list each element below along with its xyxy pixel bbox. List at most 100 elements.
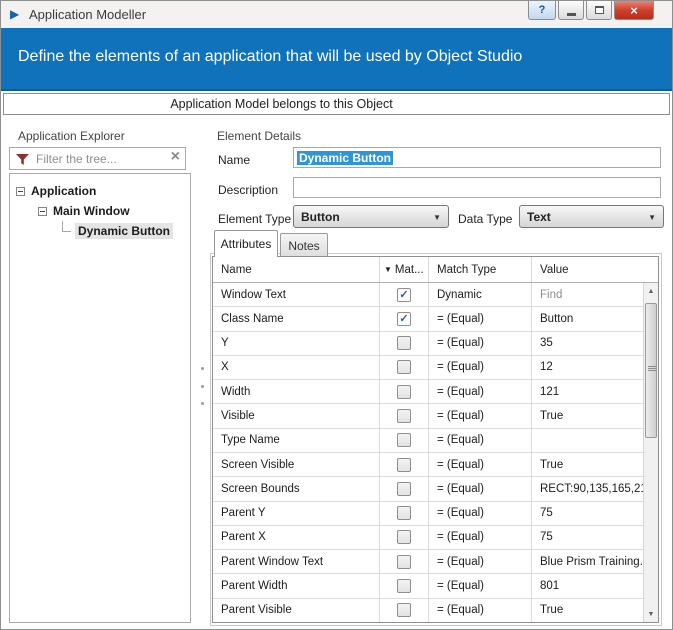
match-checkbox[interactable]	[397, 506, 411, 520]
match-type-cell[interactable]: = (Equal)	[429, 453, 532, 476]
match-checkbox-checked[interactable]: ✓	[397, 312, 411, 326]
value-cell[interactable]: True	[532, 599, 643, 622]
table-row[interactable]: Parent Y= (Equal)75	[213, 502, 643, 526]
match-cell	[380, 599, 429, 622]
value-cell[interactable]: RECT:90,135,165,210	[532, 477, 643, 500]
name-label: Name	[218, 153, 250, 167]
close-button[interactable]: ×	[614, 1, 654, 20]
column-header-match-type[interactable]: Match Type	[429, 257, 532, 282]
description-field[interactable]	[293, 177, 661, 198]
attribute-name-cell: Screen Visible	[213, 453, 380, 476]
tree-item-dynamic-button[interactable]: Dynamic Button	[10, 221, 190, 241]
value-cell[interactable]: Button	[532, 307, 643, 330]
value-cell[interactable]: 801	[532, 574, 643, 597]
tree-item-application[interactable]: Application	[10, 181, 190, 201]
match-type-cell[interactable]: Dynamic	[429, 283, 532, 306]
tree-item-main-window[interactable]: Main Window	[10, 201, 190, 221]
attribute-name-cell: Y	[213, 332, 380, 355]
match-type-cell[interactable]: = (Equal)	[429, 429, 532, 452]
tab-notes-label: Notes	[288, 239, 319, 253]
header-banner: Define the elements of an application th…	[1, 28, 672, 91]
application-tree[interactable]: ApplicationMain WindowDynamic Button	[9, 173, 191, 623]
match-type-cell[interactable]: = (Equal)	[429, 599, 532, 622]
match-cell	[380, 550, 429, 573]
match-type-cell[interactable]: = (Equal)	[429, 574, 532, 597]
panel-splitter-handle[interactable]	[200, 367, 204, 405]
table-row[interactable]: Parent X= (Equal)75	[213, 526, 643, 550]
table-row[interactable]: Parent Visible= (Equal)True	[213, 599, 643, 622]
scrollbar-thumb[interactable]	[645, 303, 657, 438]
match-checkbox[interactable]	[397, 458, 411, 472]
table-row[interactable]: Screen Bounds = (Equal)RECT:90,135,165,21…	[213, 477, 643, 501]
match-checkbox[interactable]	[397, 409, 411, 423]
match-checkbox[interactable]	[397, 433, 411, 447]
match-cell	[380, 404, 429, 427]
value-cell[interactable]	[532, 429, 643, 452]
match-cell	[380, 477, 429, 500]
value-cell[interactable]: Blue Prism Training...	[532, 550, 643, 573]
match-type-cell[interactable]: = (Equal)	[429, 526, 532, 549]
column-header-name[interactable]: Name	[213, 257, 380, 282]
table-row[interactable]: Parent Width= (Equal)801	[213, 574, 643, 598]
value-cell[interactable]: 121	[532, 380, 643, 403]
value-cell[interactable]: Find	[532, 283, 643, 306]
name-field[interactable]: Dynamic Button	[293, 147, 661, 168]
table-scrollbar[interactable]: ▲ ▼	[643, 283, 658, 622]
tab-notes[interactable]: Notes	[280, 233, 328, 257]
match-type-cell[interactable]: = (Equal)	[429, 356, 532, 379]
match-type-cell[interactable]: = (Equal)	[429, 332, 532, 355]
value-cell[interactable]: 75	[532, 526, 643, 549]
filter-icon[interactable]: ▼	[384, 265, 392, 274]
element-type-dropdown[interactable]: Button ▼	[293, 205, 449, 228]
match-checkbox[interactable]	[397, 555, 411, 569]
match-checkbox[interactable]	[397, 336, 411, 350]
match-type-cell[interactable]: = (Equal)	[429, 477, 532, 500]
table-row[interactable]: Width= (Equal)121	[213, 380, 643, 404]
table-row[interactable]: X= (Equal)12	[213, 356, 643, 380]
tab-attributes[interactable]: Attributes	[214, 230, 278, 257]
table-row[interactable]: Parent Window Text= (Equal)Blue Prism Tr…	[213, 550, 643, 574]
value-cell[interactable]: 12	[532, 356, 643, 379]
attributes-table-body: Window Text✓DynamicFindClass Name✓= (Equ…	[213, 283, 643, 622]
scroll-down-icon[interactable]: ▼	[644, 607, 658, 621]
match-checkbox[interactable]	[397, 603, 411, 617]
attribute-name-cell: Screen Bounds	[213, 477, 380, 500]
match-type-cell[interactable]: = (Equal)	[429, 307, 532, 330]
match-type-cell[interactable]: = (Equal)	[429, 502, 532, 525]
match-checkbox-checked[interactable]: ✓	[397, 288, 411, 302]
table-row[interactable]: Window Text ✓ DynamicFind	[213, 283, 643, 307]
maximize-button[interactable]	[586, 1, 612, 20]
scroll-up-icon[interactable]: ▲	[644, 284, 658, 298]
collapse-icon[interactable]	[16, 187, 25, 196]
match-checkbox[interactable]	[397, 530, 411, 544]
value-cell[interactable]: True	[532, 404, 643, 427]
help-button[interactable]: ?	[528, 1, 556, 20]
table-row[interactable]: Visible= (Equal)True	[213, 404, 643, 428]
title-bar[interactable]: ▶ Application Modeller ? ×	[1, 1, 672, 28]
match-checkbox[interactable]	[397, 360, 411, 374]
table-row[interactable]: Class Name✓= (Equal)Button	[213, 307, 643, 331]
value-cell[interactable]: True	[532, 453, 643, 476]
column-header-value[interactable]: Value	[532, 257, 658, 282]
value-cell[interactable]: 35	[532, 332, 643, 355]
table-row[interactable]: Type Name= (Equal)	[213, 429, 643, 453]
tree-filter-box[interactable]: ×	[9, 147, 186, 170]
clear-filter-icon[interactable]: ×	[171, 148, 180, 166]
minimize-button[interactable]	[558, 1, 584, 20]
attribute-name-cell: Window Text	[213, 283, 380, 306]
tab-attributes-label: Attributes	[221, 237, 272, 251]
match-checkbox[interactable]	[397, 579, 411, 593]
match-type-cell[interactable]: = (Equal)	[429, 380, 532, 403]
match-checkbox[interactable]	[397, 482, 411, 496]
match-cell	[380, 574, 429, 597]
match-type-cell[interactable]: = (Equal)	[429, 404, 532, 427]
tree-filter-input[interactable]	[36, 149, 160, 168]
match-type-cell[interactable]: = (Equal)	[429, 550, 532, 573]
collapse-icon[interactable]	[38, 207, 47, 216]
value-cell[interactable]: 75	[532, 502, 643, 525]
table-row[interactable]: Y = (Equal)35	[213, 332, 643, 356]
data-type-dropdown[interactable]: Text ▼	[519, 205, 664, 228]
table-row[interactable]: Screen Visible = (Equal)True	[213, 453, 643, 477]
column-header-match[interactable]: ▼ Mat...	[380, 257, 429, 282]
match-checkbox[interactable]	[397, 385, 411, 399]
